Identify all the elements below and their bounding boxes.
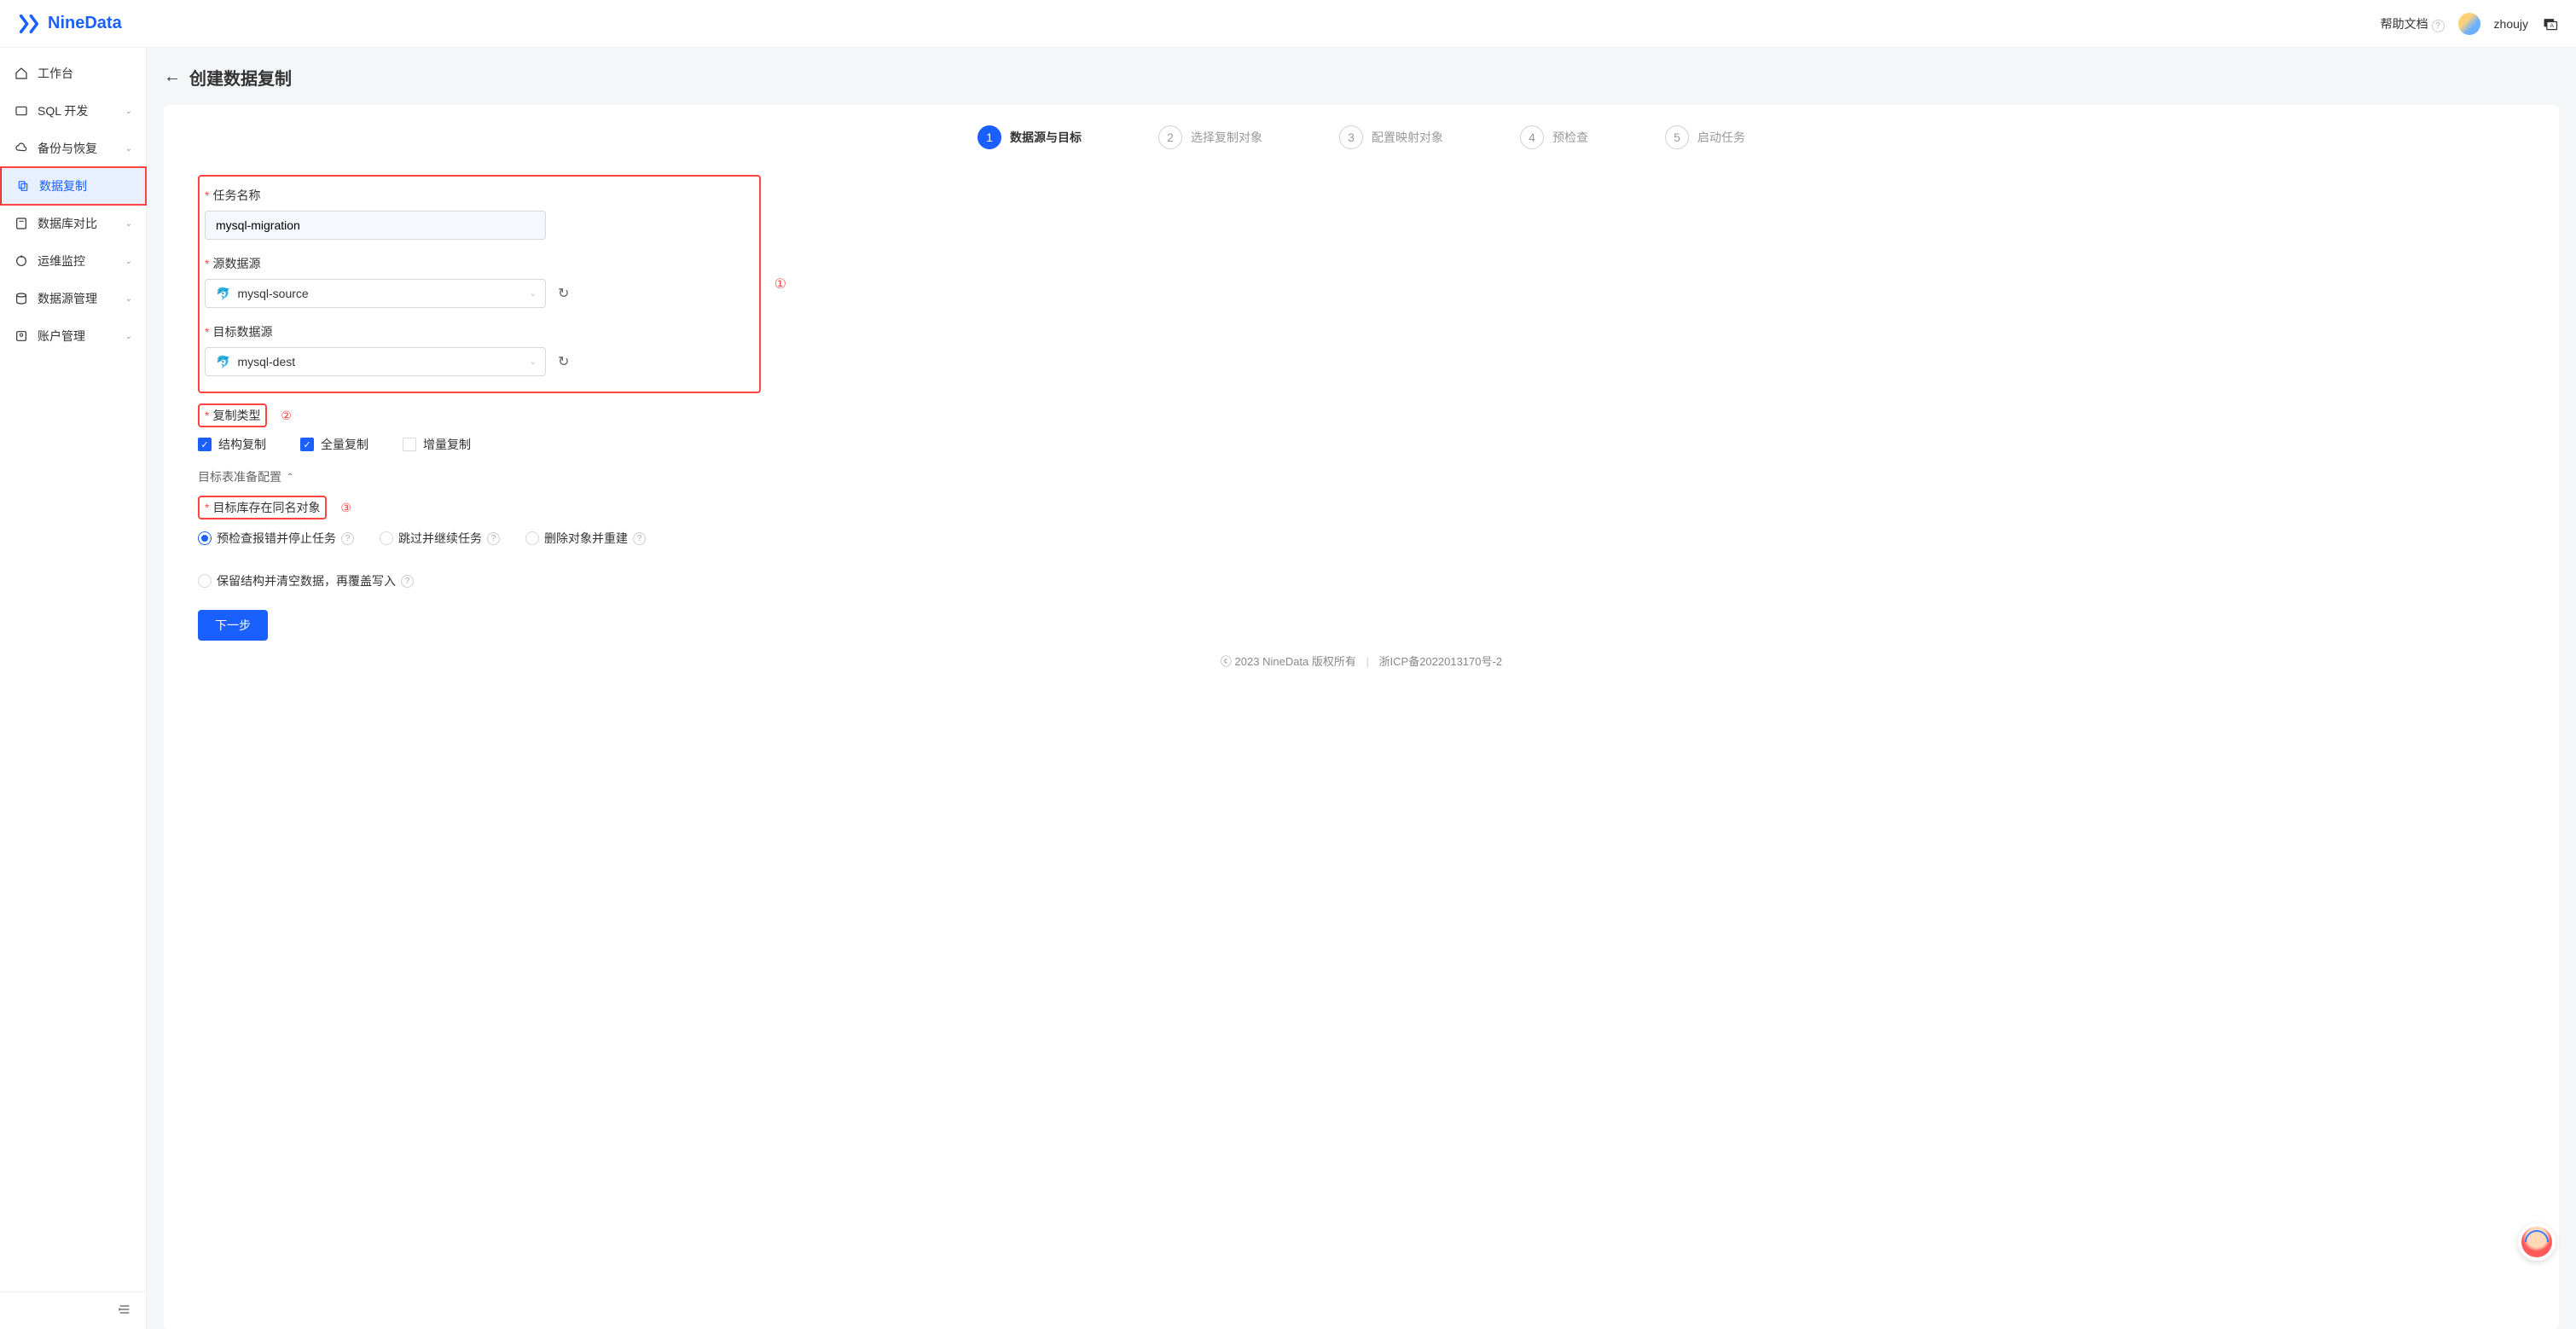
- step-4: 4 预检查: [1520, 125, 1588, 149]
- code-icon: [14, 103, 29, 119]
- sidebar-menu: 工作台 SQL 开发 ⌄ 备份与恢复 ⌄ 数据复制 数据库对比 ⌄: [0, 48, 146, 1291]
- sidebar-footer: [0, 1291, 146, 1329]
- radio-icon: [525, 531, 539, 545]
- page-title: 创建数据复制: [189, 65, 292, 90]
- next-button[interactable]: 下一步: [198, 610, 268, 641]
- sidebar-item-account-mgmt[interactable]: 账户管理 ⌄: [0, 317, 146, 355]
- sidebar-item-datasource-mgmt[interactable]: 数据源管理 ⌄: [0, 280, 146, 317]
- form-item-source: *源数据源 🐬 mysql-source ⌄ ↻: [205, 255, 746, 308]
- radio-icon: [198, 531, 212, 545]
- db-icon: [14, 291, 29, 306]
- compare-icon: [14, 216, 29, 231]
- checkbox-icon: [403, 438, 416, 451]
- checkbox-incremental[interactable]: 增量复制: [403, 436, 471, 453]
- sidebar-item-backup[interactable]: 备份与恢复 ⌄: [0, 130, 146, 167]
- sidebar-item-workspace[interactable]: 工作台: [0, 55, 146, 92]
- help-docs-link[interactable]: 帮助文档 ?: [2381, 15, 2445, 32]
- form-card: 1 数据源与目标 2 选择复制对象 3 配置映射对象 4 预检查 5 启动任: [164, 105, 2559, 1329]
- checkbox-icon: ✓: [198, 438, 212, 451]
- header-right: 帮助文档 ? zhoujy A: [2381, 13, 2559, 35]
- radio-icon: [198, 574, 212, 588]
- step-3: 3 配置映射对象: [1339, 125, 1443, 149]
- step-2: 2 选择复制对象: [1158, 125, 1262, 149]
- chevron-down-icon: ⌄: [530, 289, 537, 299]
- chevron-down-icon: ⌄: [125, 144, 132, 154]
- form-section: ① *任务名称 *源数据源 🐬 mysql-source ⌄: [198, 175, 761, 641]
- chevron-down-icon: ⌄: [125, 219, 132, 229]
- home-icon: [14, 66, 29, 81]
- refresh-source-icon[interactable]: ↻: [554, 281, 572, 305]
- help-icon[interactable]: ?: [487, 532, 500, 545]
- radio-truncate-overwrite[interactable]: 保留结构并清空数据，再覆盖写入 ?: [198, 572, 414, 589]
- help-icon[interactable]: ?: [341, 532, 354, 545]
- form-item-task-name: *任务名称: [205, 187, 746, 240]
- logo[interactable]: NineData: [17, 12, 122, 36]
- mysql-icon: 🐬: [216, 355, 230, 369]
- copyright-icon: ⓒ: [1221, 655, 1235, 668]
- back-arrow-icon[interactable]: ←: [164, 67, 181, 87]
- logo-text: NineData: [48, 14, 122, 33]
- conflict-options: 预检查报错并停止任务 ? 跳过并继续任务 ? 删除对象并重建 ?: [198, 530, 761, 589]
- support-chat-button[interactable]: [2518, 1223, 2556, 1261]
- content-area: ← 创建数据复制 1 数据源与目标 2 选择复制对象 3 配置映射对象 4: [147, 48, 2576, 1329]
- top-header: NineData 帮助文档 ? zhoujy A: [0, 0, 2576, 48]
- checkbox-full[interactable]: ✓ 全量复制: [300, 436, 368, 453]
- account-icon: [14, 328, 29, 344]
- step-5: 5 启动任务: [1665, 125, 1745, 149]
- logo-icon: [17, 12, 41, 36]
- user-avatar[interactable]: [2458, 13, 2480, 35]
- sidebar-collapse-icon[interactable]: [117, 1305, 132, 1319]
- highlight-box-3: *目标库存在同名对象: [198, 496, 327, 519]
- page-header: ← 创建数据复制: [164, 65, 2559, 90]
- radio-skip-continue[interactable]: 跳过并继续任务 ?: [380, 530, 500, 547]
- chevron-up-icon: ⌃: [287, 473, 293, 482]
- sidebar-item-data-replication[interactable]: 数据复制: [0, 167, 146, 205]
- checkbox-icon: ✓: [300, 438, 314, 451]
- copy-icon: [15, 178, 31, 194]
- task-name-input[interactable]: [205, 211, 546, 240]
- step-1: 1 数据源与目标: [978, 125, 1082, 149]
- step-indicator: 1 数据源与目标 2 选择复制对象 3 配置映射对象 4 预检查 5 启动任: [198, 125, 2525, 149]
- chevron-down-icon: ⌄: [530, 357, 537, 367]
- replicate-type-options: ✓ 结构复制 ✓ 全量复制 增量复制: [198, 436, 761, 453]
- support-avatar-icon: [2521, 1227, 2552, 1257]
- sidebar-item-db-compare[interactable]: 数据库对比 ⌄: [0, 205, 146, 242]
- target-table-config-toggle[interactable]: 目标表准备配置 ⌃: [198, 468, 761, 485]
- help-icon[interactable]: ?: [633, 532, 646, 545]
- username: zhoujy: [2494, 17, 2528, 31]
- highlight-box-1: ① *任务名称 *源数据源 🐬 mysql-source ⌄: [198, 175, 761, 393]
- checkbox-structure[interactable]: ✓ 结构复制: [198, 436, 266, 453]
- radio-precheck-stop[interactable]: 预检查报错并停止任务 ?: [198, 530, 354, 547]
- mysql-icon: 🐬: [216, 287, 230, 301]
- monitor-icon: [14, 253, 29, 269]
- chevron-down-icon: ⌄: [125, 332, 132, 341]
- radio-drop-recreate[interactable]: 删除对象并重建 ?: [525, 530, 646, 547]
- annotation-3: ③: [340, 501, 351, 514]
- dest-datasource-select[interactable]: 🐬 mysql-dest ⌄: [205, 347, 546, 376]
- refresh-dest-icon[interactable]: ↻: [554, 350, 572, 374]
- form-item-dest: *目标数据源 🐬 mysql-dest ⌄ ↻: [205, 323, 746, 376]
- sidebar-item-ops-monitor[interactable]: 运维监控 ⌄: [0, 242, 146, 280]
- main-layout: 工作台 SQL 开发 ⌄ 备份与恢复 ⌄ 数据复制 数据库对比 ⌄: [0, 48, 2576, 1329]
- svg-text:A: A: [2550, 23, 2554, 29]
- highlight-box-2: *复制类型: [198, 403, 267, 427]
- chevron-down-icon: ⌄: [125, 294, 132, 304]
- annotation-1: ①: [775, 276, 786, 293]
- chevron-down-icon: ⌄: [125, 107, 132, 116]
- help-icon: ?: [2432, 20, 2445, 32]
- annotation-2: ②: [281, 409, 292, 422]
- source-datasource-select[interactable]: 🐬 mysql-source ⌄: [205, 279, 546, 308]
- language-icon[interactable]: A: [2542, 15, 2559, 32]
- help-icon[interactable]: ?: [401, 575, 414, 588]
- radio-icon: [380, 531, 393, 545]
- cloud-icon: [14, 141, 29, 156]
- sidebar: 工作台 SQL 开发 ⌄ 备份与恢复 ⌄ 数据复制 数据库对比 ⌄: [0, 48, 147, 1329]
- sidebar-item-sql-dev[interactable]: SQL 开发 ⌄: [0, 92, 146, 130]
- chevron-down-icon: ⌄: [125, 257, 132, 266]
- footer: ⓒ 2023 NineData 版权所有 | 浙ICP备2022013170号-…: [198, 641, 2525, 676]
- icp-link[interactable]: 浙ICP备2022013170号-2: [1379, 655, 1503, 668]
